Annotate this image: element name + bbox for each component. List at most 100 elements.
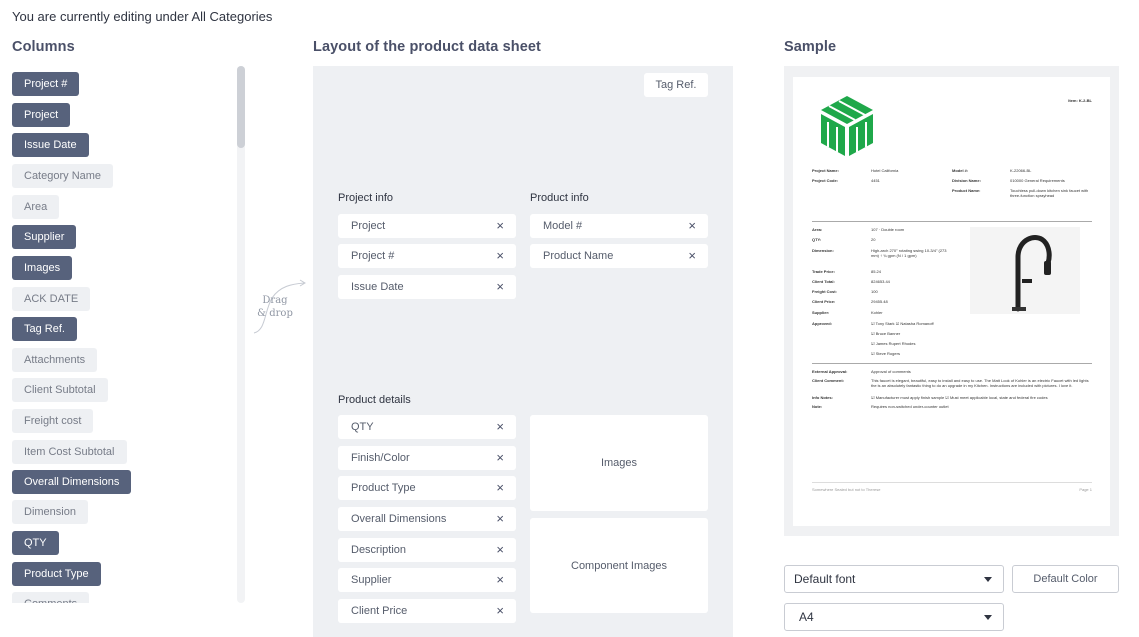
component-images-drop-zone[interactable]: Component Images	[530, 518, 708, 613]
column-pill[interactable]: Comments	[12, 592, 90, 603]
sample-trade-price: 85.24	[871, 269, 882, 274]
close-icon[interactable]: ×	[496, 507, 504, 531]
page-size-value: A4	[799, 610, 814, 624]
layout-title: Layout of the product data sheet	[313, 39, 541, 55]
product-info-field[interactable]: Model # ×	[530, 214, 708, 238]
product-details-field[interactable]: Overall Dimensions ×	[338, 507, 516, 531]
column-pill[interactable]: Supplier	[12, 225, 77, 249]
columns-list: Project # Project Issue Date Category Name A…	[12, 72, 237, 603]
sample-approver: ☑ Tony Stark ☑ Natasha Romanoff	[871, 321, 934, 326]
sample-product-image	[970, 227, 1080, 314]
sample-client-total-label: Client Total:	[812, 279, 835, 284]
sample-client-comment-label: Client Comment:	[812, 378, 844, 383]
product-details-field[interactable]: Supplier ×	[338, 568, 516, 592]
sample-dimension: High-arch 270° rotating swing 10-3/4" (2…	[871, 248, 947, 258]
sample-client-price-label: Client Price:	[812, 299, 836, 304]
sample-approver: ☑ James Rupert Rhodes	[871, 341, 916, 346]
close-icon[interactable]: ×	[496, 446, 504, 470]
close-icon[interactable]: ×	[496, 538, 504, 562]
sample-item-ref: Item: K-2-BL	[1068, 98, 1092, 103]
font-select-value: Default font	[794, 572, 856, 586]
sample-note-label: Note:	[812, 404, 823, 409]
product-details-field[interactable]: QTY ×	[338, 415, 516, 439]
product-details-field[interactable]: Description ×	[338, 538, 516, 562]
sample-sheet: Item: K-2-BL Project Name: Hotel Califor…	[793, 77, 1110, 526]
product-details-field[interactable]: Product Type ×	[338, 476, 516, 500]
close-icon[interactable]: ×	[496, 415, 504, 439]
sample-freight-cost: 100	[871, 289, 878, 294]
project-info-field[interactable]: Issue Date ×	[338, 275, 516, 299]
close-icon[interactable]: ×	[688, 214, 696, 238]
close-icon[interactable]: ×	[496, 568, 504, 592]
sample-client-price: 29455.48	[871, 299, 888, 304]
sample-footer-right: Page 1	[1079, 487, 1092, 492]
project-info-field[interactable]: Project # ×	[338, 244, 516, 268]
close-icon[interactable]: ×	[688, 244, 696, 268]
columns-scrollbar-thumb[interactable]	[237, 66, 245, 148]
close-icon[interactable]: ×	[496, 244, 504, 268]
sample-external-approval: Approval of comments	[871, 369, 911, 374]
field-label: Description	[351, 544, 407, 556]
sample-divider	[812, 363, 1092, 364]
sample-approved-label: Approved:	[812, 321, 832, 326]
product-details-field[interactable]: Client Price ×	[338, 599, 516, 623]
column-pill[interactable]: Project	[12, 103, 71, 127]
close-icon[interactable]: ×	[496, 275, 504, 299]
sample-product-name-label: Product Name:	[952, 188, 981, 193]
page-size-select[interactable]: A4	[784, 603, 1004, 631]
column-pill[interactable]: Freight cost	[12, 409, 94, 433]
sample-project-name: Hotel California	[871, 168, 899, 173]
column-pill[interactable]: Category Name	[12, 164, 114, 188]
tag-ref-slot[interactable]: Tag Ref.	[644, 73, 708, 97]
field-label: Model #	[543, 220, 583, 232]
close-icon[interactable]: ×	[496, 214, 504, 238]
default-color-button[interactable]: Default Color	[1012, 565, 1119, 593]
sample-division-label: Division Name:	[952, 178, 981, 183]
sample-external-approval-label: External Approval:	[812, 369, 848, 374]
close-icon[interactable]: ×	[496, 599, 504, 623]
field-label: Product Type	[351, 482, 416, 494]
column-pill[interactable]: Item Cost Subtotal	[12, 440, 127, 464]
project-info-field[interactable]: Project ×	[338, 214, 516, 238]
sample-footer-left: Somewhere Sealed but not to Therese	[812, 487, 881, 492]
images-label: Images	[600, 457, 638, 469]
sample-model-label: Model #:	[952, 168, 969, 173]
sample-project-name-label: Project Name:	[812, 168, 839, 173]
sample-area: 107 · Double room	[871, 227, 905, 232]
font-select[interactable]: Default font	[784, 565, 1004, 593]
sample-supplier-label: Supplier:	[812, 310, 830, 315]
column-pill[interactable]: Dimension	[12, 500, 88, 524]
images-drop-zone[interactable]: Images	[530, 415, 708, 511]
column-pill[interactable]: Attachments	[12, 348, 98, 372]
sample-info-notes: ☑ Manufacturer must apply finish sample …	[871, 395, 1048, 400]
sample-trade-price-label: Trade Price:	[812, 269, 835, 274]
sample-footer-divider	[812, 482, 1092, 483]
sample-approver: ☑ Steve Rogers	[871, 351, 900, 356]
column-pill[interactable]: Tag Ref.	[12, 317, 77, 341]
sample-model: K-22066-BL	[1010, 168, 1032, 173]
column-pill[interactable]: Overall Dimensions	[12, 470, 132, 494]
column-pill[interactable]: ACK DATE	[12, 287, 91, 311]
sample-client-comment: This faucet is elegant, beautiful, easy …	[871, 378, 1089, 388]
columns-title: Columns	[12, 39, 75, 55]
field-label: Project	[351, 220, 386, 232]
field-label: Project #	[351, 250, 395, 262]
field-label: Issue Date	[351, 281, 404, 293]
column-pill[interactable]: Images	[12, 256, 73, 280]
column-pill[interactable]: QTY	[12, 531, 59, 555]
column-pill[interactable]: Area	[12, 195, 60, 219]
close-icon[interactable]: ×	[496, 476, 504, 500]
column-pill[interactable]: Project #	[12, 72, 80, 96]
product-details-field[interactable]: Finish/Color ×	[338, 446, 516, 470]
sample-freight-cost-label: Freight Cost:	[812, 289, 837, 294]
column-pill[interactable]: Issue Date	[12, 133, 89, 157]
field-label: Product Name	[543, 250, 614, 262]
sample-note: Requires non-switched under-counter outl…	[871, 404, 949, 409]
sample-product-name: Touchless pull-down kitchen sink faucet …	[1010, 188, 1089, 198]
column-pill[interactable]: Product Type	[12, 562, 101, 586]
column-pill[interactable]: Client Subtotal	[12, 378, 108, 402]
product-info-field[interactable]: Product Name ×	[530, 244, 708, 268]
sample-supplier: Kohler	[871, 310, 883, 315]
editing-context-text: You are currently editing under All Cate…	[12, 9, 273, 24]
company-logo	[821, 96, 873, 156]
